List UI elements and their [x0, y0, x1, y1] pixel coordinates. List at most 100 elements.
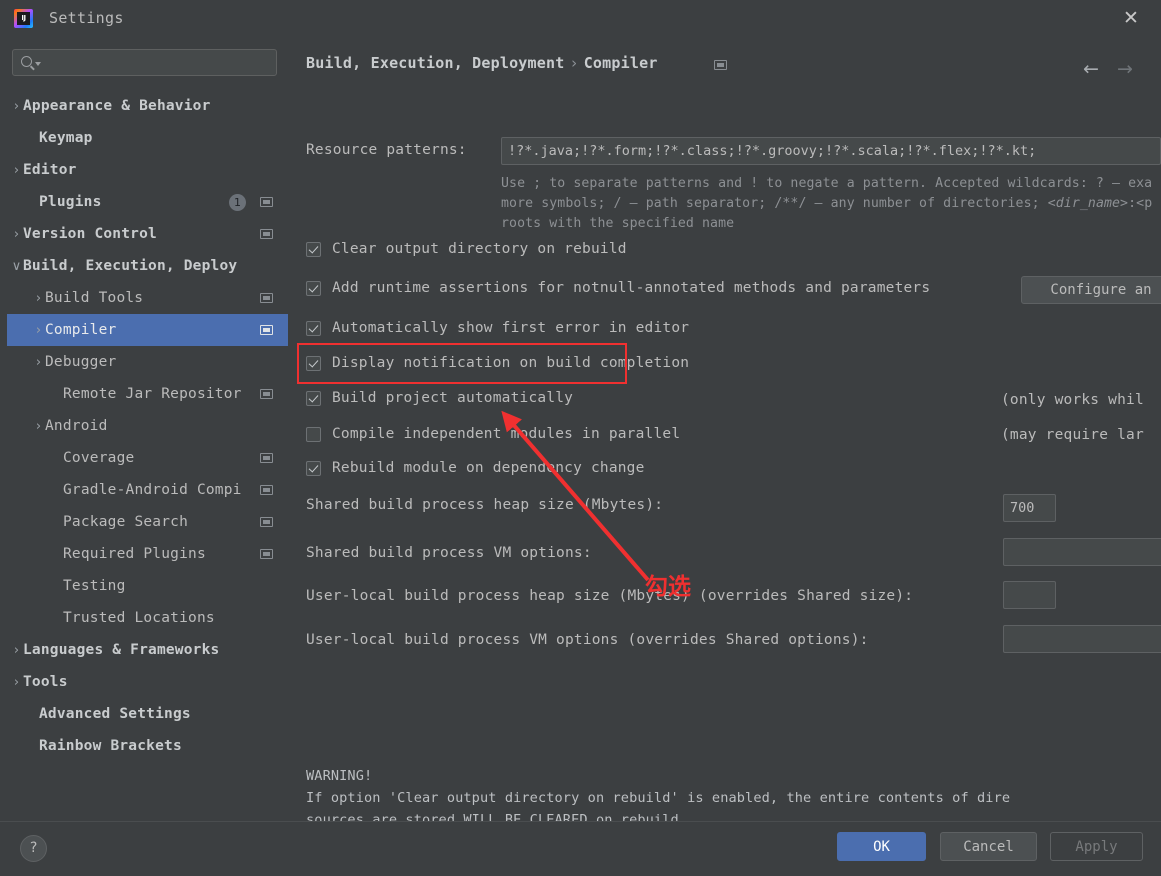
sidebar-item-label: Remote Jar Repositor: [63, 386, 242, 402]
sidebar-item-plugins[interactable]: Plugins 1: [7, 186, 288, 218]
chevron-down-icon[interactable]: ∨: [10, 260, 23, 273]
checkbox-clear-output-directory-on-rebuild[interactable]: Clear output directory on rebuild: [306, 241, 627, 257]
sidebar-item-debugger[interactable]: › Debugger: [7, 346, 288, 378]
sidebar-item-rainbow-brackets[interactable]: Rainbow Brackets: [7, 730, 288, 762]
chevron-right-icon[interactable]: ›: [10, 644, 23, 657]
resource-patterns-hint-line2: more symbols; / — path separator; /**/ —…: [501, 196, 1152, 211]
checkbox-build-project-automatically[interactable]: Build project automatically: [306, 390, 573, 406]
label-user-local-build-process-vm-options-overrides-sh: User-local build process VM options (ove…: [306, 632, 869, 648]
checkbox-unchecked-icon[interactable]: [306, 426, 321, 442]
sidebar-item-package-search[interactable]: Package Search: [7, 506, 288, 538]
title-bar: Settings ✕: [0, 0, 1161, 36]
sidebar-item-label: Package Search: [63, 514, 189, 530]
sidebar-item-build-execution-deploy[interactable]: ∨ Build, Execution, Deploy: [7, 250, 288, 282]
chevron-right-icon[interactable]: ›: [10, 100, 23, 113]
hint-line2-c: :<p: [1128, 196, 1153, 211]
window-icon[interactable]: [260, 197, 273, 207]
chevron-right-icon[interactable]: ›: [32, 356, 45, 369]
checkbox-checked-icon[interactable]: [306, 241, 321, 257]
checkbox-checked-icon[interactable]: [306, 320, 321, 336]
input-shared-build-process-heap-size-mbytes[interactable]: [1003, 494, 1056, 522]
hint-line2-a: more symbols; / — path separator; /**/ —…: [501, 196, 1048, 211]
arrow-right-icon[interactable]: →: [1117, 60, 1133, 79]
checkbox-label: Rebuild module on dependency change: [332, 460, 645, 476]
window-icon[interactable]: [260, 325, 273, 335]
cancel-button[interactable]: Cancel: [940, 832, 1037, 861]
checkbox-rebuild-module-on-dependency-change[interactable]: Rebuild module on dependency change: [306, 460, 645, 476]
chevron-right-icon[interactable]: ›: [10, 164, 23, 177]
window-icon[interactable]: [260, 229, 273, 239]
sidebar-item-android[interactable]: › Android: [7, 410, 288, 442]
checkbox-add-runtime-assertions-for-notnull-annotated-methods-and-parameters[interactable]: Add runtime assertions for notnull-annot…: [306, 280, 930, 296]
arrow-left-icon[interactable]: ←: [1083, 60, 1099, 79]
checkbox-checked-icon[interactable]: [306, 280, 321, 296]
window-icon[interactable]: [714, 60, 727, 70]
sidebar-item-gradle-android-compi[interactable]: Gradle-Android Compi: [7, 474, 288, 506]
sidebar-item-label: Plugins: [39, 194, 102, 210]
sidebar-item-remote-jar-repositor[interactable]: Remote Jar Repositor: [7, 378, 288, 410]
chevron-right-icon[interactable]: ›: [32, 324, 45, 337]
window-icon[interactable]: [260, 389, 273, 399]
sidebar-item-tools[interactable]: › Tools: [7, 666, 288, 698]
sidebar-item-label: Android: [45, 418, 108, 434]
hint-line2-b: <dir_name>: [1047, 196, 1129, 211]
intellij-idea-logo-icon: [14, 8, 33, 28]
input-shared-build-process-vm-options[interactable]: [1003, 538, 1161, 566]
window-icon[interactable]: [260, 549, 273, 559]
chevron-right-icon[interactable]: ›: [10, 228, 23, 241]
sidebar-item-trusted-locations[interactable]: Trusted Locations: [7, 602, 288, 634]
checkbox-label: Display notification on build completion: [332, 355, 690, 371]
warning-line2: sources are stored WILL BE CLEARED on re…: [306, 812, 688, 821]
sidebar-item-languages-frameworks[interactable]: › Languages & Frameworks: [7, 634, 288, 666]
ok-button[interactable]: OK: [837, 832, 926, 861]
resource-patterns-hint-line3: roots with the specified name: [501, 216, 735, 231]
sidebar-item-appearance-behavior[interactable]: › Appearance & Behavior: [7, 90, 288, 122]
settings-tree: › Appearance & Behavior Keymap › Editor Plugi…: [7, 90, 288, 762]
sidebar-item-label: Compiler: [45, 322, 117, 338]
sidebar-item-advanced-settings[interactable]: Advanced Settings: [7, 698, 288, 730]
sidebar-item-required-plugins[interactable]: Required Plugins: [7, 538, 288, 570]
sidebar-item-editor[interactable]: › Editor: [7, 154, 288, 186]
sidebar-item-label: Version Control: [23, 226, 157, 242]
input-user-local-build-process-vm-options-overrides-sh[interactable]: [1003, 625, 1161, 653]
configure-annotations-button[interactable]: Configure an: [1021, 276, 1161, 304]
checkbox-display-notification-on-build-completion[interactable]: Display notification on build completion: [306, 355, 689, 371]
close-icon[interactable]: ✕: [1117, 5, 1145, 31]
checkbox-checked-icon[interactable]: [306, 390, 321, 406]
input-user-local-build-process-heap-size-mbytes-overri[interactable]: [1003, 581, 1056, 609]
window-icon[interactable]: [260, 517, 273, 527]
resource-patterns-input[interactable]: [501, 137, 1161, 165]
sidebar-item-label: Advanced Settings: [39, 706, 191, 722]
sidebar-item-label: Required Plugins: [63, 546, 206, 562]
sidebar-item-label: Appearance & Behavior: [23, 98, 211, 114]
sidebar-item-testing[interactable]: Testing: [7, 570, 288, 602]
sidebar-item-build-tools[interactable]: › Build Tools: [7, 282, 288, 314]
chevron-right-icon[interactable]: ›: [32, 420, 45, 433]
chevron-down-icon: [35, 62, 41, 66]
window-icon[interactable]: [260, 453, 273, 463]
window-icon[interactable]: [260, 293, 273, 303]
sidebar-item-label: Coverage: [63, 450, 135, 466]
search-box[interactable]: [12, 49, 277, 76]
help-icon[interactable]: ?: [20, 835, 47, 862]
breadcrumb-root[interactable]: Build, Execution, Deployment: [306, 54, 564, 72]
sidebar-item-keymap[interactable]: Keymap: [7, 122, 288, 154]
chevron-right-icon[interactable]: ›: [10, 676, 23, 689]
window-icon[interactable]: [260, 485, 273, 495]
settings-sidebar: › Appearance & Behavior Keymap › Editor Plugi…: [7, 36, 288, 821]
label-shared-build-process-vm-options: Shared build process VM options:: [306, 545, 592, 561]
plugins-update-badge: 1: [229, 194, 246, 211]
sidebar-item-compiler[interactable]: › Compiler: [7, 314, 288, 346]
checkbox-compile-independent-modules-in-parallel[interactable]: Compile independent modules in parallel: [306, 426, 680, 442]
sidebar-item-label: Editor: [23, 162, 77, 178]
chevron-right-icon[interactable]: ›: [32, 292, 45, 305]
search-input[interactable]: [45, 50, 270, 75]
breadcrumb-separator: ›: [569, 54, 579, 72]
sidebar-item-label: Build, Execution, Deploy: [23, 258, 238, 274]
checkbox-checked-icon[interactable]: [306, 355, 321, 371]
warning-line1: If option 'Clear output directory on reb…: [306, 790, 1011, 806]
checkbox-checked-icon[interactable]: [306, 460, 321, 476]
sidebar-item-version-control[interactable]: › Version Control: [7, 218, 288, 250]
checkbox-automatically-show-first-error-in-editor[interactable]: Automatically show first error in editor: [306, 320, 689, 336]
sidebar-item-coverage[interactable]: Coverage: [7, 442, 288, 474]
